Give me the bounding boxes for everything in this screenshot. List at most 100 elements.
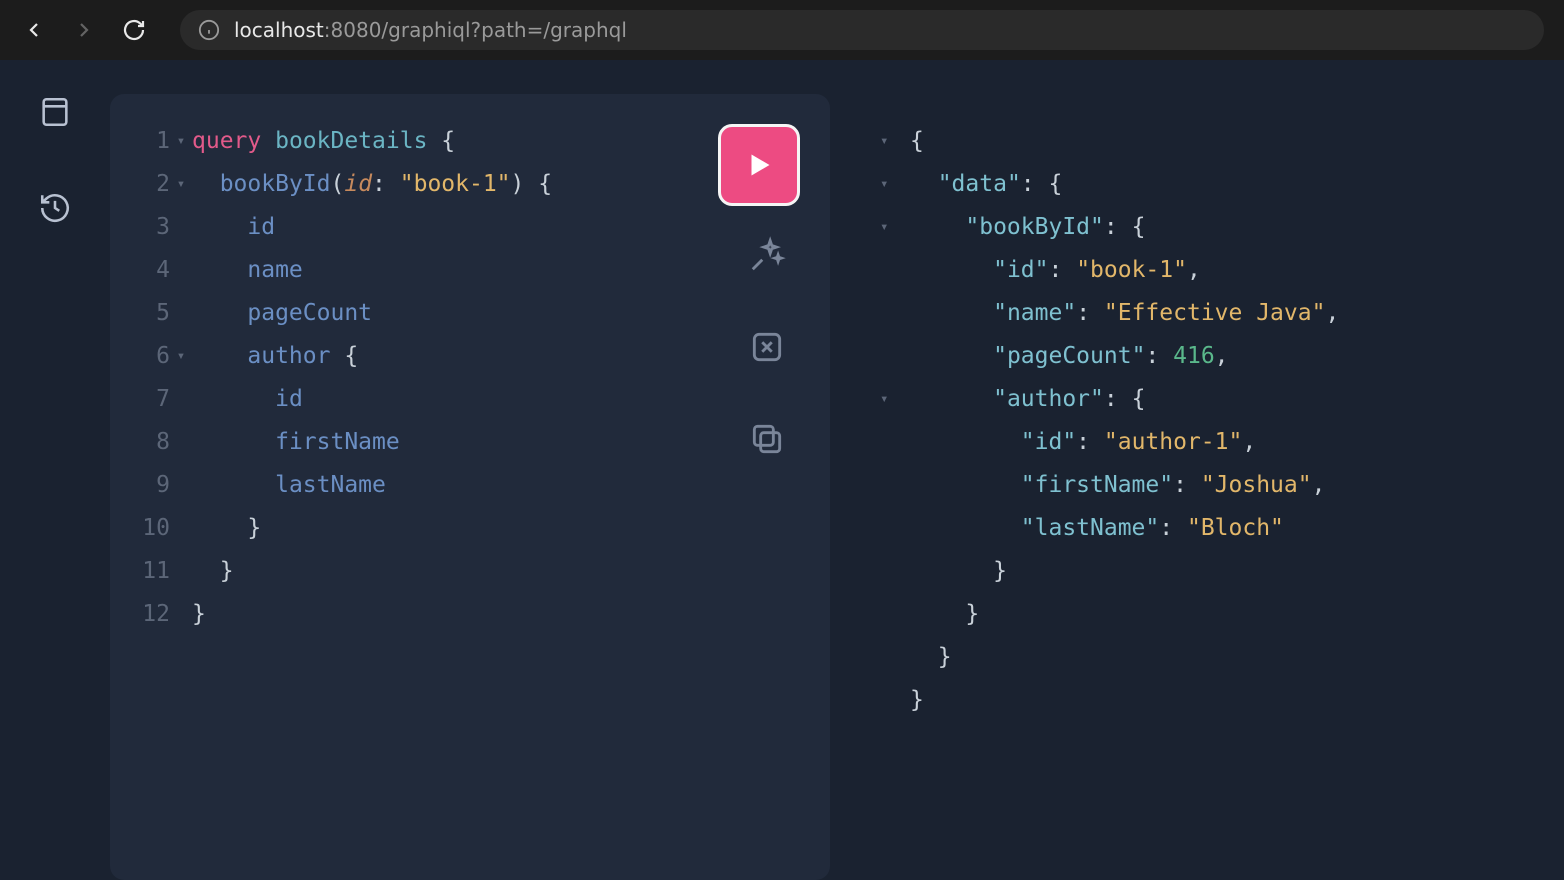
- code-line[interactable]: 9 lastName: [130, 464, 810, 507]
- response-line: "pageCount": 416,: [880, 335, 1544, 378]
- fold-toggle: [170, 292, 192, 335]
- line-content[interactable]: pageCount: [192, 292, 810, 335]
- code-line[interactable]: 10 }: [130, 507, 810, 550]
- fold-toggle[interactable]: ▾: [880, 206, 910, 249]
- line-content: }: [910, 550, 1544, 593]
- response-line: }: [880, 636, 1544, 679]
- code-line[interactable]: 12}: [130, 593, 810, 636]
- back-button[interactable]: [20, 16, 48, 44]
- fold-toggle[interactable]: ▾: [880, 378, 910, 421]
- line-number: 2: [130, 163, 170, 206]
- response-viewer: ▾{▾ "data": {▾ "bookById": { "id": "book…: [860, 94, 1564, 880]
- fold-toggle[interactable]: ▾: [880, 163, 910, 206]
- line-content: "bookById": {: [910, 206, 1544, 249]
- response-code[interactable]: ▾{▾ "data": {▾ "bookById": { "id": "book…: [880, 120, 1544, 722]
- fold-toggle: [880, 550, 910, 593]
- line-content: "author": {: [910, 378, 1544, 421]
- browser-toolbar: localhost:8080/graphiql?path=/graphql: [0, 0, 1564, 60]
- code-line[interactable]: 6▾ author {: [130, 335, 810, 378]
- line-content[interactable]: firstName: [192, 421, 810, 464]
- fold-toggle[interactable]: ▾: [880, 120, 910, 163]
- line-number: 8: [130, 421, 170, 464]
- line-content: }: [910, 636, 1544, 679]
- code-line[interactable]: 3 id: [130, 206, 810, 249]
- line-content: {: [910, 120, 1544, 163]
- play-icon: [741, 147, 777, 183]
- line-content: "id": "author-1",: [910, 421, 1544, 464]
- address-bar[interactable]: localhost:8080/graphiql?path=/graphql: [180, 10, 1544, 50]
- merge-icon: [748, 328, 786, 366]
- response-line: ▾ "data": {: [880, 163, 1544, 206]
- line-number: 7: [130, 378, 170, 421]
- response-line: ▾{: [880, 120, 1544, 163]
- copy-button[interactable]: [746, 418, 788, 460]
- line-number: 4: [130, 249, 170, 292]
- code-line[interactable]: 4 name: [130, 249, 810, 292]
- response-line: }: [880, 679, 1544, 722]
- response-line: }: [880, 593, 1544, 636]
- fold-toggle: [880, 335, 910, 378]
- line-content[interactable]: }: [192, 507, 810, 550]
- prettify-button[interactable]: [746, 234, 788, 276]
- fold-toggle: [880, 249, 910, 292]
- fold-toggle: [880, 679, 910, 722]
- history-button[interactable]: [37, 190, 73, 226]
- fold-toggle: [880, 292, 910, 335]
- fold-toggle: [170, 550, 192, 593]
- line-content[interactable]: }: [192, 593, 810, 636]
- response-line: ▾ "author": {: [880, 378, 1544, 421]
- forward-button[interactable]: [70, 16, 98, 44]
- fold-toggle[interactable]: ▾: [170, 163, 192, 206]
- line-content[interactable]: id: [192, 206, 810, 249]
- docs-button[interactable]: [37, 94, 73, 130]
- code-line[interactable]: 1▾query bookDetails {: [130, 120, 810, 163]
- side-rail: [0, 60, 110, 880]
- reload-button[interactable]: [120, 16, 148, 44]
- line-content[interactable]: id: [192, 378, 810, 421]
- line-content: "firstName": "Joshua",: [910, 464, 1544, 507]
- fold-toggle[interactable]: ▾: [170, 120, 192, 163]
- line-content: "data": {: [910, 163, 1544, 206]
- line-content[interactable]: }: [192, 550, 810, 593]
- response-line: }: [880, 550, 1544, 593]
- code-line[interactable]: 7 id: [130, 378, 810, 421]
- code-line[interactable]: 11 }: [130, 550, 810, 593]
- response-line: "firstName": "Joshua",: [880, 464, 1544, 507]
- sparkle-icon: [748, 236, 786, 274]
- merge-button[interactable]: [746, 326, 788, 368]
- fold-toggle: [170, 206, 192, 249]
- workspace: 1▾query bookDetails {2▾ bookById(id: "bo…: [110, 60, 1564, 880]
- line-content: "lastName": "Bloch": [910, 507, 1544, 550]
- code-line[interactable]: 8 firstName: [130, 421, 810, 464]
- line-content[interactable]: name: [192, 249, 810, 292]
- line-number: 11: [130, 550, 170, 593]
- line-number: 6: [130, 335, 170, 378]
- fold-toggle: [170, 378, 192, 421]
- response-line: "lastName": "Bloch": [880, 507, 1544, 550]
- line-content[interactable]: lastName: [192, 464, 810, 507]
- response-line: "name": "Effective Java",: [880, 292, 1544, 335]
- fold-toggle: [880, 464, 910, 507]
- query-code[interactable]: 1▾query bookDetails {2▾ bookById(id: "bo…: [130, 120, 810, 636]
- code-line[interactable]: 2▾ bookById(id: "book-1") {: [130, 163, 810, 206]
- line-content: "pageCount": 416,: [910, 335, 1544, 378]
- fold-toggle: [170, 421, 192, 464]
- line-content: "id": "book-1",: [910, 249, 1544, 292]
- response-line: "id": "book-1",: [880, 249, 1544, 292]
- response-line: ▾ "bookById": {: [880, 206, 1544, 249]
- fold-toggle: [880, 421, 910, 464]
- fold-toggle[interactable]: ▾: [170, 335, 192, 378]
- line-number: 12: [130, 593, 170, 636]
- code-line[interactable]: 5 pageCount: [130, 292, 810, 335]
- copy-icon: [748, 420, 786, 458]
- line-content: "name": "Effective Java",: [910, 292, 1544, 335]
- run-button[interactable]: [718, 124, 800, 206]
- line-number: 10: [130, 507, 170, 550]
- fold-toggle: [170, 593, 192, 636]
- fold-toggle: [880, 507, 910, 550]
- line-content[interactable]: author {: [192, 335, 810, 378]
- docs-icon: [38, 95, 72, 129]
- query-editor[interactable]: 1▾query bookDetails {2▾ bookById(id: "bo…: [110, 94, 830, 880]
- line-content: }: [910, 593, 1544, 636]
- line-number: 5: [130, 292, 170, 335]
